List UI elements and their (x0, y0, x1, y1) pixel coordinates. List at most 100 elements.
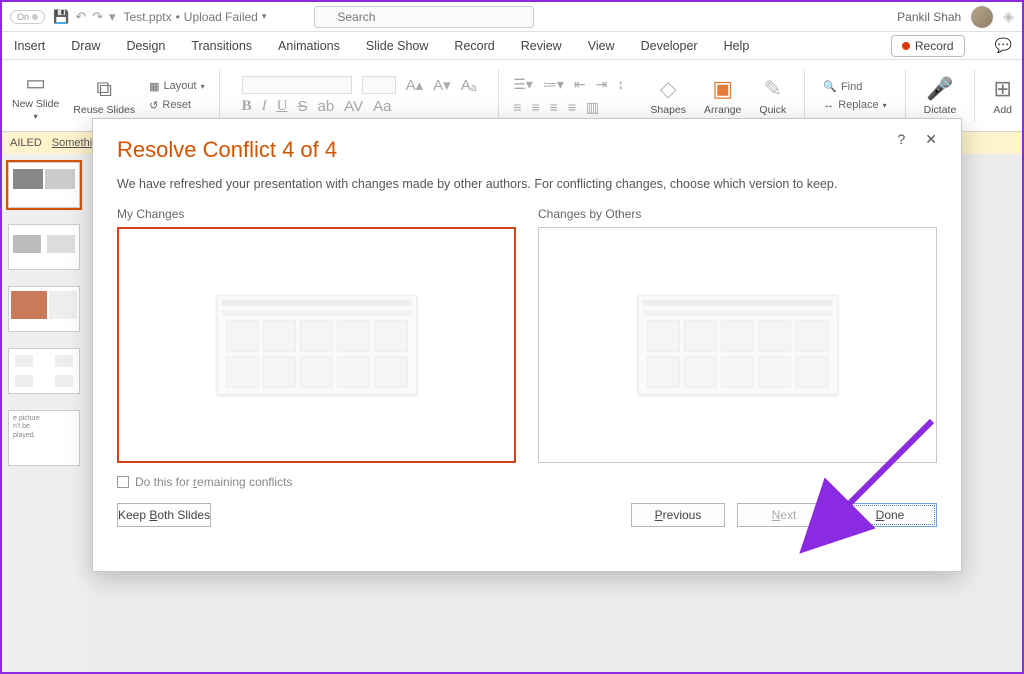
dictate-button[interactable]: 🎤Dictate (924, 76, 957, 116)
paragraph-group: ☰▾ ≔▾ ⇤ ⇥ ↕ ≡ ≡ ≡ ≡ ▥ (513, 76, 624, 116)
reset-icon: ↺ (149, 99, 158, 112)
undo-icon[interactable]: ↶ (75, 9, 86, 25)
msg-failed: AILED (10, 137, 42, 149)
replace-button[interactable]: ↔Replace▾ (823, 99, 886, 111)
title-bar-left: On 💾 ↶ ↷ ▾ Test.pptx • Upload Failed ▾ (10, 9, 266, 25)
columns-icon[interactable]: ▥ (586, 99, 599, 116)
dialog-buttons: Keep Both Slides Previous Next Done (117, 503, 937, 527)
reuse-slides-button[interactable]: ⧉ Reuse Slides (73, 76, 135, 116)
decrease-font-icon[interactable]: A▾ (433, 76, 451, 94)
chevron-down-icon: ▾ (262, 11, 267, 22)
tab-slideshow[interactable]: Slide Show (364, 39, 431, 53)
tab-developer[interactable]: Developer (639, 39, 700, 53)
title-bar: On 💾 ↶ ↷ ▾ Test.pptx • Upload Failed ▾ P… (2, 2, 1022, 32)
underline-icon[interactable]: U (277, 98, 288, 115)
tab-design[interactable]: Design (124, 39, 167, 53)
slide-thumbnail-1[interactable] (8, 162, 80, 208)
indent-dec-icon[interactable]: ⇤ (574, 76, 586, 93)
diamond-icon[interactable]: ◈ (1003, 8, 1014, 25)
slide-thumbnails[interactable]: e picture n't be played. (2, 154, 88, 672)
case-icon[interactable]: Aa (373, 98, 391, 115)
do-remaining-label: Do this for remaining conflicts (135, 475, 292, 489)
clear-format-icon[interactable]: Aₐ (461, 77, 477, 94)
slide-thumbnail-5[interactable]: e picture n't be played. (8, 410, 80, 466)
comment-icon[interactable]: 💬 (995, 37, 1012, 54)
divider (498, 70, 499, 122)
slide-thumbnail-2[interactable] (8, 224, 80, 270)
save-icon[interactable]: 💾 (53, 9, 69, 25)
slide-icon: ▭ (25, 70, 46, 96)
tab-draw[interactable]: Draw (69, 39, 102, 53)
tab-transitions[interactable]: Transitions (189, 39, 254, 53)
redo-icon[interactable]: ↷ (92, 9, 103, 25)
arrange-button[interactable]: ▣Arrange (704, 76, 741, 116)
font-group: A▴ A▾ Aₐ B I U S ab AV Aa (234, 76, 485, 115)
justify-icon[interactable]: ≡ (568, 99, 576, 116)
done-button[interactable]: Done (843, 503, 937, 527)
bullets-icon[interactable]: ☰▾ (513, 76, 533, 93)
autosave-toggle[interactable]: On (10, 10, 45, 24)
conflict-previews: My Changes Changes by Others (117, 207, 937, 463)
increase-font-icon[interactable]: A▴ (406, 76, 424, 94)
addins-button[interactable]: ⊞Add (993, 76, 1012, 116)
slide-thumbnail-3[interactable] (8, 286, 80, 332)
reuse-icon: ⧉ (96, 76, 112, 102)
ribbon-right: ◇Shapes ▣Arrange ✎Quick 🔍Find ↔Replace▾ … (650, 70, 1012, 122)
close-icon[interactable]: ✕ (925, 131, 937, 148)
editing-group: 🔍Find ↔Replace▾ (823, 80, 886, 111)
my-changes-label: My Changes (117, 207, 516, 221)
tab-view[interactable]: View (586, 39, 617, 53)
replace-icon: ↔ (823, 99, 834, 111)
strike-icon[interactable]: S (297, 98, 307, 115)
slide-thumbnail-4[interactable] (8, 348, 80, 394)
others-changes-preview[interactable] (538, 227, 937, 463)
quick-styles-button[interactable]: ✎Quick (759, 76, 786, 116)
thumb-text: e picture n't be played. (9, 411, 79, 444)
shapes-icon: ◇ (660, 76, 677, 102)
indent-inc-icon[interactable]: ⇥ (596, 76, 608, 93)
user-name: Pankil Shah (897, 10, 961, 24)
tab-animations[interactable]: Animations (276, 39, 342, 53)
tab-record[interactable]: Record (452, 39, 496, 53)
search-box[interactable] (314, 6, 534, 28)
checkbox-icon (117, 476, 129, 488)
layout-button[interactable]: ▦Layout▾ (149, 80, 204, 93)
user-avatar[interactable] (971, 6, 993, 28)
tab-review[interactable]: Review (519, 39, 564, 53)
arrange-icon: ▣ (712, 76, 733, 102)
new-slide-button[interactable]: ▭ New Slide ▾ (12, 70, 59, 121)
reset-button[interactable]: ↺Reset (149, 99, 204, 112)
bold-icon[interactable]: B (242, 98, 252, 115)
quick-icon: ✎ (764, 76, 782, 102)
divider (974, 70, 975, 122)
align-right-icon[interactable]: ≡ (550, 99, 558, 116)
help-icon[interactable]: ? (897, 131, 905, 148)
qat-overflow-icon[interactable]: ▾ (109, 9, 116, 25)
divider (219, 70, 220, 122)
tab-insert[interactable]: Insert (12, 39, 47, 53)
document-title[interactable]: Test.pptx • Upload Failed ▾ (124, 10, 267, 24)
divider (905, 70, 906, 122)
do-remaining-checkbox[interactable]: Do this for remaining conflicts (117, 475, 937, 489)
keep-both-button[interactable]: Keep Both Slides (117, 503, 211, 527)
font-name-dropdown[interactable] (242, 76, 352, 94)
font-size-dropdown[interactable] (362, 76, 396, 94)
resolve-conflict-dialog: Resolve Conflict 4 of 4 ? ✕ We have refr… (92, 118, 962, 572)
find-icon: 🔍 (823, 80, 837, 93)
dialog-subtitle: We have refreshed your presentation with… (117, 177, 937, 191)
align-center-icon[interactable]: ≡ (531, 99, 539, 116)
shapes-button[interactable]: ◇Shapes (650, 76, 686, 116)
shadow-icon[interactable]: ab (317, 98, 334, 115)
previous-button[interactable]: Previous (631, 503, 725, 527)
tab-help[interactable]: Help (722, 39, 752, 53)
char-spacing-icon[interactable]: AV (344, 98, 363, 115)
find-button[interactable]: 🔍Find (823, 80, 886, 93)
line-spacing-icon[interactable]: ↕ (617, 76, 624, 93)
search-input[interactable] (314, 6, 534, 28)
doc-status: Upload Failed (184, 10, 258, 24)
my-changes-preview[interactable] (117, 227, 516, 463)
numbered-icon[interactable]: ≔▾ (543, 76, 564, 93)
align-left-icon[interactable]: ≡ (513, 99, 521, 116)
italic-icon[interactable]: I (262, 98, 267, 115)
record-button[interactable]: Record (891, 35, 965, 57)
